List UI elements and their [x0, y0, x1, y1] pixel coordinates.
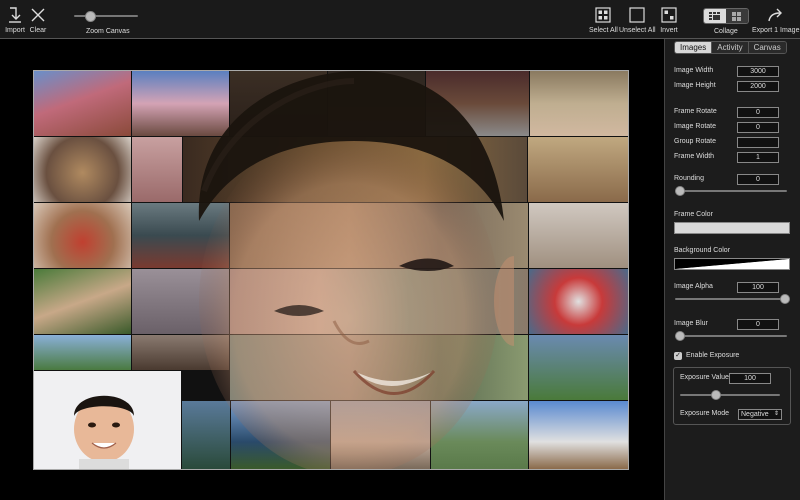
exposure-mode-value: Negative [741, 411, 769, 418]
exposure-group: Exposure Value 100 Exposure Mode Negativ… [673, 367, 791, 425]
mosaic-icon [732, 11, 741, 21]
collage-mode-b[interactable] [726, 9, 748, 23]
collage-photo-tile[interactable] [529, 335, 628, 400]
import-icon [3, 4, 27, 26]
rounding-slider-track[interactable] [675, 190, 787, 192]
zoom-slider-knob[interactable] [85, 11, 97, 22]
tab-images[interactable]: Images [675, 42, 713, 53]
zoom-label: Zoom Canvas [86, 28, 130, 35]
invert-icon [657, 4, 681, 26]
frame-width-label: Frame Width [674, 153, 715, 160]
collage-photo-tile[interactable] [34, 137, 131, 202]
child-portrait-image [74, 395, 134, 469]
clear-label: Clear [29, 27, 47, 34]
unselect-all-button[interactable]: Unselect All [619, 4, 656, 34]
frame-width-field[interactable]: 1 [737, 152, 779, 163]
collage-mode-a[interactable] [704, 9, 726, 23]
collage-photo-tile[interactable] [530, 71, 628, 136]
inspector-panel: Images Activity Canvas Image Width 3000 … [664, 39, 800, 500]
clear-button[interactable]: Clear [26, 4, 50, 34]
import-label: Import [5, 27, 25, 34]
export-button[interactable]: Export 1 Image [752, 4, 799, 34]
zoom-slider-track[interactable] [74, 15, 138, 17]
collage-canvas[interactable] [33, 70, 629, 470]
select-all-label: Select All [589, 27, 618, 34]
image-rotate-field[interactable]: 0 [737, 122, 779, 133]
image-height-field[interactable]: 2000 [737, 81, 779, 92]
exposure-mode-select[interactable]: Negative ⇕ [738, 409, 782, 420]
grid-icon [591, 4, 615, 26]
image-width-field[interactable]: 3000 [737, 66, 779, 77]
collage-photo-tile[interactable] [34, 71, 131, 136]
image-blur-slider-track[interactable] [675, 335, 787, 337]
inspector-tabs: Images Activity Canvas [674, 41, 787, 54]
image-rotate-label: Image Rotate [674, 123, 717, 130]
collage-photo-tile[interactable] [34, 203, 131, 268]
image-blur-field[interactable]: 0 [737, 319, 779, 330]
import-button[interactable]: Import [3, 4, 27, 34]
image-blur-slider-knob[interactable] [675, 331, 685, 341]
export-label: Export 1 Image [752, 27, 800, 34]
enable-exposure-checkbox[interactable]: ✓ [674, 352, 682, 360]
image-alpha-field[interactable]: 100 [737, 282, 779, 293]
collage-toggle[interactable] [703, 8, 749, 24]
image-alpha-slider-track[interactable] [675, 298, 787, 300]
collage-photo-tile[interactable] [529, 401, 628, 469]
image-width-label: Image Width [674, 67, 714, 74]
empty-square-icon [625, 4, 649, 26]
exposure-mode-label: Exposure Mode [680, 410, 730, 417]
rounding-field[interactable]: 0 [737, 174, 779, 185]
rounding-label: Rounding [674, 175, 704, 182]
invert-label: Invert [660, 27, 678, 34]
exposure-value-field[interactable]: 100 [729, 373, 771, 384]
share-arrow-icon [764, 4, 788, 26]
image-alpha-slider-knob[interactable] [780, 294, 790, 304]
group-rotate-field[interactable] [737, 137, 779, 148]
invert-button[interactable]: Invert [657, 4, 681, 34]
rounding-slider-knob[interactable] [675, 186, 685, 196]
collage-photo-tile[interactable] [34, 335, 131, 370]
background-color-well[interactable] [674, 258, 790, 270]
exposure-value-label: Exposure Value [680, 374, 729, 381]
toolbar: Import Clear Zoom Canvas Select All Unse… [0, 0, 800, 39]
tab-canvas[interactable]: Canvas [748, 42, 786, 53]
tab-activity[interactable]: Activity [712, 42, 749, 53]
close-icon [26, 4, 50, 26]
enable-exposure-label: Enable Exposure [686, 352, 740, 359]
collage-photo-tile[interactable] [528, 137, 628, 202]
frame-rotate-label: Frame Rotate [674, 108, 717, 115]
group-rotate-label: Group Rotate [674, 138, 717, 145]
image-height-label: Image Height [674, 82, 716, 89]
background-color-label: Background Color [674, 247, 731, 254]
unselect-all-label: Unselect All [619, 27, 656, 34]
collage-photo-tile[interactable] [529, 203, 628, 268]
collage-photo-tile-child[interactable] [34, 371, 181, 469]
frame-color-well[interactable] [674, 222, 790, 234]
exposure-slider-knob[interactable] [711, 390, 721, 400]
chevron-updown-icon: ⇕ [773, 411, 779, 417]
image-alpha-label: Image Alpha [674, 283, 713, 290]
collage-icon [709, 11, 720, 20]
select-all-button[interactable]: Select All [589, 4, 618, 34]
face-overlay-image [198, 71, 514, 469]
frame-color-label: Frame Color [674, 211, 713, 218]
exposure-slider-track[interactable] [680, 394, 780, 396]
frame-rotate-field[interactable]: 0 [737, 107, 779, 118]
collage-label: Collage [714, 28, 738, 35]
collage-photo-tile[interactable] [529, 269, 628, 334]
collage-photo-tile[interactable] [34, 269, 131, 334]
image-blur-label: Image Blur [674, 320, 708, 327]
